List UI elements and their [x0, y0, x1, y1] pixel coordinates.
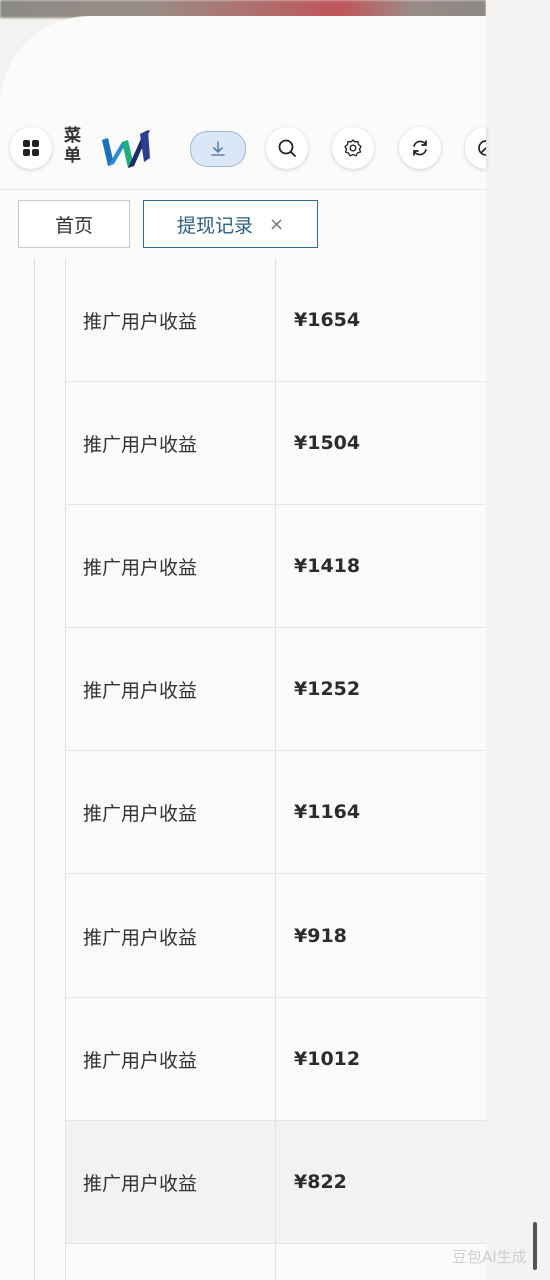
gear-icon — [344, 139, 362, 157]
tab-home-label: 首页 — [54, 214, 93, 237]
search-icon — [278, 139, 296, 157]
row-amount: ¥918 — [294, 925, 347, 947]
download-button[interactable] — [190, 131, 246, 167]
search-button[interactable] — [266, 127, 308, 169]
clock-icon — [478, 140, 486, 156]
tab-active-label: 提现记录 — [176, 214, 253, 237]
menu-button[interactable] — [10, 127, 52, 169]
download-icon — [211, 141, 225, 156]
tab-withdraw-records[interactable]: 提现记录 × — [143, 200, 318, 248]
top-right-blank — [486, 0, 550, 18]
row-type: 推广用户收益 — [83, 802, 198, 825]
row-amount: ¥1012 — [294, 1048, 361, 1070]
row-type: 推广用户收益 — [83, 556, 198, 579]
row-amount: ¥822 — [294, 1171, 347, 1193]
table-left-border — [65, 258, 66, 1280]
close-icon[interactable]: × — [269, 214, 284, 235]
row-amount: ¥1164 — [294, 801, 361, 823]
row-type: 推广用户收益 — [83, 679, 198, 702]
row-type: 推广用户收益 — [83, 926, 198, 949]
row-type: 推广用户收益 — [83, 310, 198, 333]
row-type: 推广用户收益 — [83, 1172, 198, 1195]
tab-home[interactable]: 首页 — [18, 200, 130, 248]
settings-button[interactable] — [332, 127, 374, 169]
scrollbar-thumb[interactable] — [533, 1222, 537, 1270]
row-type: 推广用户收益 — [83, 1049, 198, 1072]
row-amount: ¥1252 — [294, 678, 361, 700]
row-type: 推广用户收益 — [83, 433, 198, 456]
row-amount: ¥1654 — [294, 309, 361, 331]
brand-logo — [102, 130, 150, 168]
watermark: 豆包AI生成 — [452, 1248, 527, 1266]
table-column-divider — [275, 258, 276, 1280]
refresh-icon — [413, 140, 427, 156]
grid-icon — [23, 140, 39, 156]
toolbar-divider — [0, 189, 486, 190]
content-border — [34, 258, 35, 1280]
row-amount: ¥1504 — [294, 432, 361, 454]
refresh-button[interactable] — [399, 127, 441, 169]
menu-label[interactable]: 菜单 — [64, 126, 84, 166]
right-margin — [486, 18, 550, 1280]
row-amount: ¥1418 — [294, 555, 361, 577]
